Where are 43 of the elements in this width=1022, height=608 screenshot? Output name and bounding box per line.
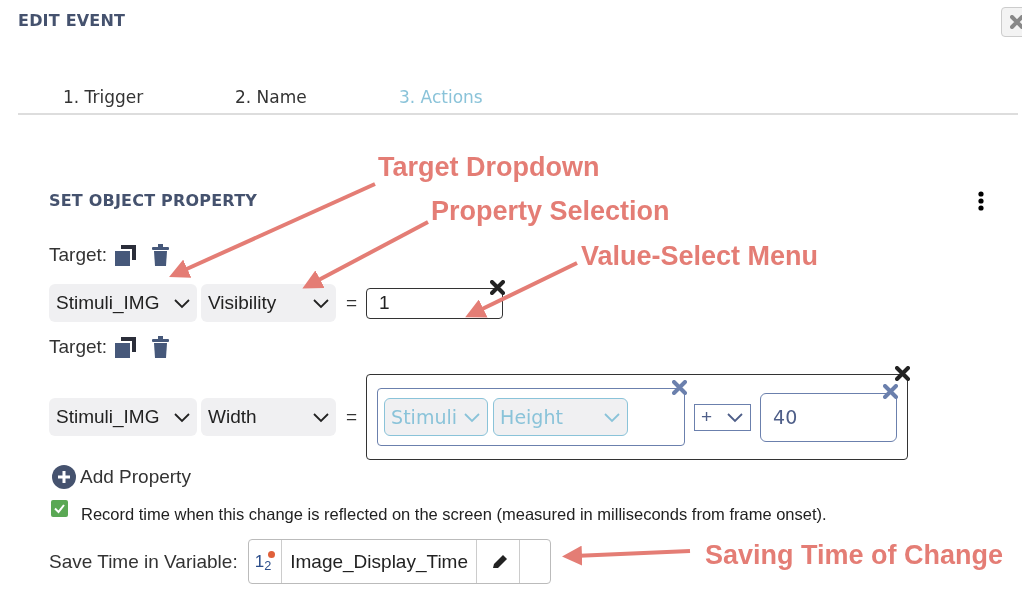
close-button[interactable]: [1001, 7, 1022, 37]
close-icon: [490, 279, 506, 295]
dialog-title: EDIT EVENT: [18, 10, 126, 32]
chevron-icon: [603, 411, 622, 423]
annotation-label: Saving Time of Change: [705, 542, 1004, 569]
chevron-icon: [173, 411, 191, 423]
target-dropdown[interactable]: Stimuli_IMG: [49, 284, 197, 322]
step-tab[interactable]: 1. Trigger: [63, 85, 144, 111]
add-icon[interactable]: [52, 465, 76, 490]
close-icon: [1010, 15, 1022, 29]
trash-icon[interactable]: [152, 244, 170, 266]
chevron-icon: [173, 297, 191, 309]
add-property-link[interactable]: Add Property: [80, 463, 191, 492]
step-tab[interactable]: 2. Name: [235, 85, 307, 111]
copy-icon[interactable]: [115, 336, 137, 358]
checkbox[interactable]: [51, 499, 68, 517]
section-title: SET OBJECT PROPERTY: [49, 190, 258, 212]
target-label: Target:: [49, 242, 108, 267]
save-time-label: Save Time in Variable:: [49, 549, 238, 574]
close-icon: [895, 366, 911, 381]
value-field[interactable]: 1: [366, 287, 504, 319]
chevron-icon: [312, 297, 330, 309]
property-dropdown[interactable]: Visibility: [201, 284, 336, 322]
annotation-label: Target Dropdown: [378, 154, 600, 181]
property-dropdown[interactable]: Width: [201, 398, 336, 436]
equals-sign: =: [346, 290, 358, 315]
chevron-icon: [726, 411, 745, 423]
more-options-icon[interactable]: [978, 191, 984, 211]
variable-field[interactable]: 1$_{2}$ Image_Display_Time: [247, 539, 551, 585]
target-dropdown[interactable]: Stimuli_IMG: [49, 398, 197, 436]
copy-icon[interactable]: [115, 244, 137, 266]
checkbox-label: Record time when this change is reflected on the screen (measured in milliseconds from frame onset).: [81, 503, 827, 525]
chevron-icon: [463, 411, 482, 423]
operator-dropdown[interactable]: +: [694, 403, 752, 431]
target-label: Target:: [49, 334, 108, 359]
edit-icon[interactable]: [491, 552, 509, 571]
equals-sign: =: [346, 404, 358, 429]
close-icon: [883, 383, 899, 399]
annotation-label: Property Selection: [431, 198, 670, 225]
value-field[interactable]: 40: [760, 392, 898, 442]
trash-icon[interactable]: [152, 336, 170, 358]
annotation-label: Value-Select Menu: [581, 243, 819, 270]
chevron-icon: [312, 411, 330, 423]
